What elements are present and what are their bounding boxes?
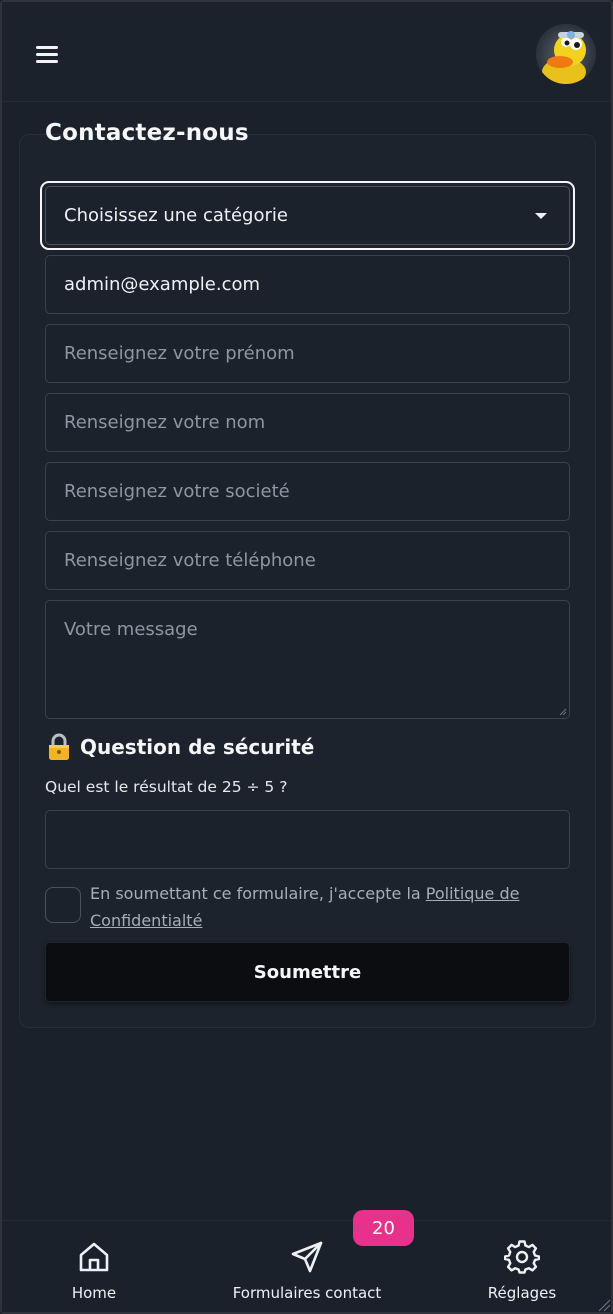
consent-checkbox[interactable] [45,887,81,923]
nav-label-settings: Réglages [487,1284,557,1302]
last-name-field[interactable]: Renseignez votre nom [45,393,570,452]
security-question: Quel est le résultat de 25 ÷ 5 ? [45,778,288,796]
category-select-focus-ring: Choisissez une catégorie [40,181,575,250]
resize-grip-icon[interactable] [559,708,567,716]
gear-icon [504,1240,540,1274]
home-icon [79,1242,109,1272]
page-title: Contactez-nous [45,120,249,146]
phone-placeholder: Renseignez votre téléphone [64,550,316,571]
security-answer-field[interactable] [45,810,570,869]
chevron-down-icon [535,212,547,219]
security-section-title: Question de sécurité [46,733,314,761]
first-name-field[interactable]: Renseignez votre prénom [45,324,570,383]
nav-item-home[interactable]: Home [54,1239,134,1309]
window-resize-grip-icon[interactable] [597,1298,611,1312]
bottom-nav: Home Formulaires contact Réglages [2,1220,611,1312]
consent-text-prefix: En soumettant ce formulaire, j'accepte l… [90,884,426,903]
top-bar [2,2,611,102]
duck-avatar-icon [536,24,596,84]
nav-item-contact-forms[interactable]: Formulaires contact [227,1239,387,1309]
notification-badge: 20 [353,1210,414,1246]
nav-item-settings[interactable]: Réglages [472,1239,572,1309]
first-name-placeholder: Renseignez votre prénom [64,343,295,364]
company-placeholder: Renseignez votre societé [64,481,290,502]
avatar[interactable] [536,24,596,84]
send-icon [291,1241,323,1273]
consent-text: En soumettant ce formulaire, j'accepte l… [90,880,560,934]
message-textarea[interactable]: Votre message [45,600,570,719]
email-value: admin@example.com [64,274,261,295]
message-placeholder: Votre message [64,619,198,640]
lock-icon [49,733,69,760]
last-name-placeholder: Renseignez votre nom [64,412,266,433]
category-select-value: Choisissez une catégorie [64,205,288,226]
category-select[interactable]: Choisissez une catégorie [45,186,570,245]
phone-field[interactable]: Renseignez votre téléphone [45,531,570,590]
security-title-text: Question de sécurité [80,735,315,759]
nav-label-home: Home [71,1284,117,1302]
company-field[interactable]: Renseignez votre societé [45,462,570,521]
email-field[interactable]: admin@example.com [45,255,570,314]
hamburger-menu-icon[interactable] [32,40,64,68]
nav-label-contact-forms: Formulaires contact [232,1284,382,1302]
submit-button[interactable]: Soumettre [45,942,570,1002]
